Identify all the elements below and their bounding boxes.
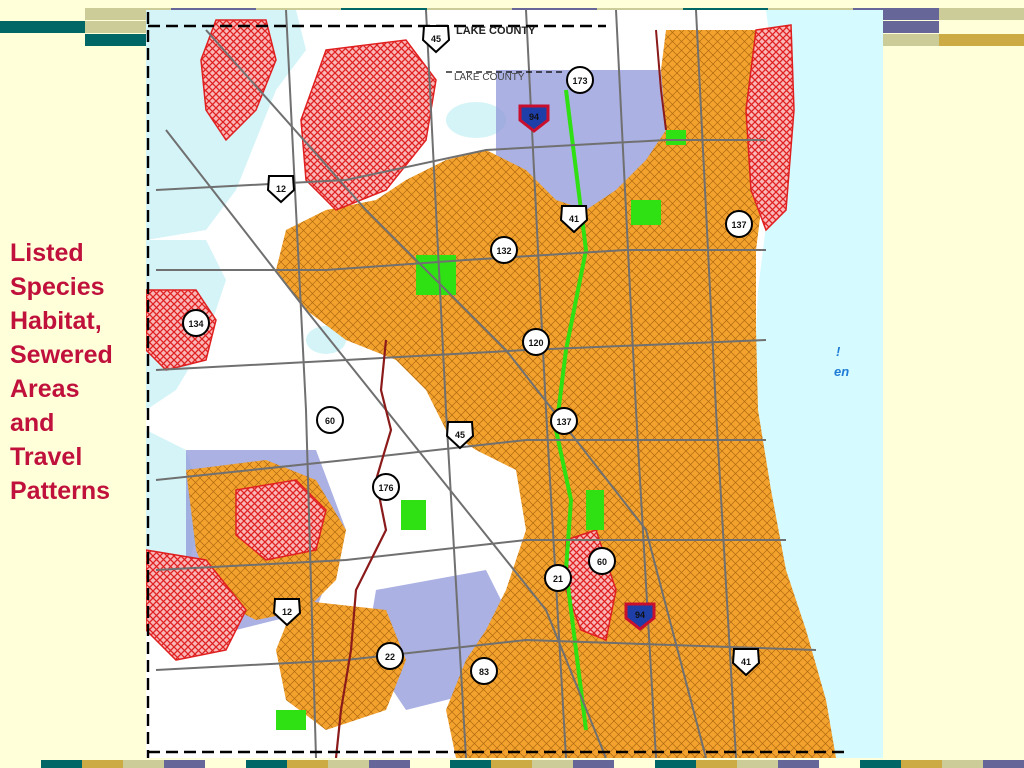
band-segment [573, 760, 615, 768]
green-space-2 [631, 200, 661, 225]
route-marker-label: 176 [378, 483, 393, 493]
band-segment [860, 760, 901, 768]
band-segment [450, 760, 492, 768]
route-marker-label: 173 [572, 76, 587, 86]
band-segment [368, 760, 410, 768]
route-marker-label: 22 [385, 652, 395, 662]
band-segment [409, 760, 451, 768]
route-marker-label: 41 [569, 214, 579, 224]
route-marker-label: 60 [325, 416, 335, 426]
band-segment [614, 760, 656, 768]
route-marker-label: 12 [276, 184, 286, 194]
green-space-4 [586, 490, 604, 530]
partial-label: en [834, 364, 849, 379]
band-segment [938, 8, 1024, 20]
band-segment [81, 760, 123, 768]
route-marker-label: 83 [479, 667, 489, 677]
route-marker-label: 137 [556, 417, 571, 427]
route-marker-60b: 60 [588, 547, 616, 575]
route-marker-label: 45 [431, 34, 441, 44]
band-segment [900, 760, 942, 768]
partial-mark: ! [836, 344, 841, 359]
route-marker-176: 176 [372, 473, 400, 501]
route-marker-60: 60 [316, 406, 344, 434]
route-marker-label: 60 [597, 557, 607, 567]
route-marker-22: 22 [376, 642, 404, 670]
county-label-top: LAKE COUNTY [456, 25, 536, 37]
band-segment [778, 760, 820, 768]
green-space-5 [276, 710, 306, 730]
route-marker-83: 83 [470, 657, 498, 685]
band-segment [737, 760, 779, 768]
route-marker-label: 134 [188, 319, 203, 329]
route-marker-label: 12 [282, 607, 292, 617]
route-marker-21: 21 [544, 564, 572, 592]
band-segment [163, 760, 205, 768]
route-marker-120: 120 [522, 328, 550, 356]
route-marker-label: 94 [529, 112, 539, 122]
band-segment [286, 760, 328, 768]
route-marker-label: 41 [741, 657, 751, 667]
band-segment [0, 8, 86, 20]
band-segment [819, 760, 861, 768]
bottom-decorative-band [0, 760, 1024, 768]
green-space-3 [401, 500, 426, 530]
route-marker-label: 21 [553, 574, 563, 584]
band-segment [0, 34, 86, 46]
band-segment [696, 760, 738, 768]
route-marker-137a: 137 [725, 210, 753, 238]
band-segment [982, 760, 1024, 768]
route-marker-label: 132 [496, 246, 511, 256]
route-marker-label: 120 [528, 338, 543, 348]
route-marker-132: 132 [490, 236, 518, 264]
route-marker-134: 134 [182, 309, 210, 337]
band-segment [0, 21, 86, 33]
band-segment [532, 760, 574, 768]
map-svg: LAKE COUNTY LAKE COUNTY ! en 45 173 94 41 13… [146, 10, 883, 758]
route-marker-137b: 137 [550, 407, 578, 435]
green-space-6 [666, 130, 686, 145]
route-marker-label: 45 [455, 430, 465, 440]
band-segment [491, 760, 533, 768]
band-segment [327, 760, 369, 768]
route-marker-label: 137 [731, 220, 746, 230]
band-segment [122, 760, 164, 768]
band-segment [40, 760, 82, 768]
band-segment [655, 760, 697, 768]
band-segment [941, 760, 983, 768]
map-frame: LAKE COUNTY LAKE COUNTY ! en 45 173 94 41 13… [146, 10, 883, 758]
band-segment [204, 760, 246, 768]
band-segment [938, 34, 1024, 46]
band-segment [245, 760, 287, 768]
slide-title: Listed Species Habitat, Sewered Areas an… [10, 239, 113, 505]
county-label-inner: LAKE COUNTY [454, 72, 525, 83]
band-segment [938, 21, 1024, 33]
route-marker-173: 173 [566, 66, 594, 94]
band-segment [0, 760, 41, 768]
route-marker-label: 94 [635, 610, 645, 620]
